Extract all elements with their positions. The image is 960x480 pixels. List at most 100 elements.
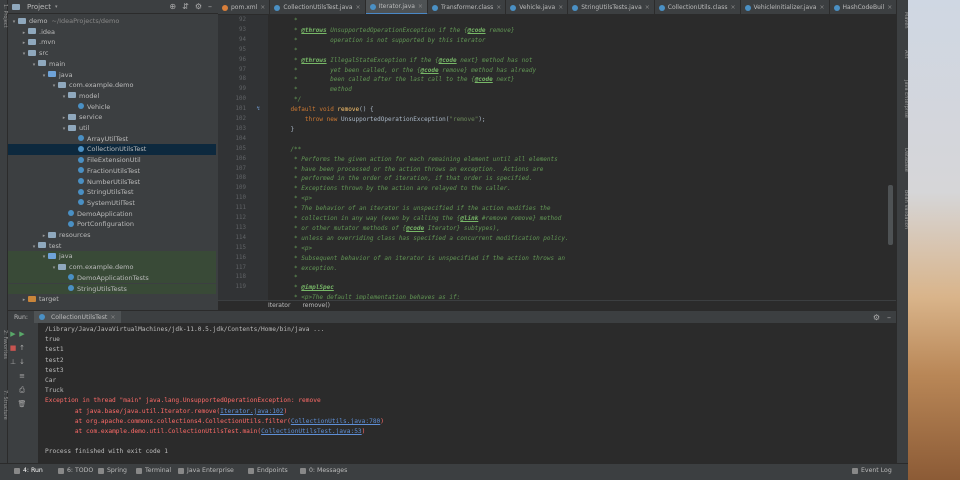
close-icon[interactable]: × [496,4,501,11]
chevron-right-icon[interactable]: ▸ [20,295,28,306]
override-icon[interactable]: ↯ [257,106,261,112]
editor-tab[interactable]: CollectionUtilsTest.java × [270,0,366,14]
folder-icon [38,242,46,249]
stop-icon[interactable]: ■ [8,343,18,353]
pin-icon[interactable]: ⊥ [8,357,18,367]
line-number: 116 [235,254,246,261]
tree-item[interactable]: CollectionUtilsTest [8,144,216,156]
tree-item[interactable]: ▸ service [8,112,216,123]
favorites-tool-label[interactable]: 2: Favorites [0,330,8,359]
tree-item[interactable]: ▾ test [8,241,216,252]
code-editor[interactable]: * * @throws UnsupportedOperationExceptio… [268,15,888,300]
bottom-tool-button[interactable]: 0: Messages [300,467,347,474]
close-icon[interactable]: × [356,4,361,11]
tree-item[interactable]: ▾ src [8,48,216,59]
tree-item-label: src [39,49,49,58]
chevron-down-icon[interactable]: ▾ [55,4,58,10]
tree-item[interactable]: ▾ com.example.demo [8,262,216,273]
stack-trace-link[interactable]: CollectionUtils.java:780 [291,418,380,425]
close-icon[interactable]: × [260,4,265,11]
close-icon[interactable]: × [418,3,423,10]
close-icon[interactable]: × [887,4,892,11]
print-icon[interactable]: ⎙ [17,385,27,395]
close-icon[interactable]: × [819,4,824,11]
gear-icon[interactable]: ⚙ [195,2,202,11]
tree-item[interactable]: ▸ .idea [8,27,216,38]
scroll-up-icon[interactable]: ↑ [17,343,27,353]
tree-item[interactable]: ▾ util [8,123,216,134]
bottom-tool-button[interactable]: Java Enterprise [178,467,234,474]
bottom-tool-button[interactable]: Terminal [136,467,171,474]
tree-item[interactable]: ▾ demo ~/IdeaProjects/demo [8,16,216,27]
locate-icon[interactable]: ⊕ [169,2,176,11]
editor-scrollbar[interactable] [888,185,893,245]
tree-item[interactable]: ArrayUtilTest [8,134,216,145]
line-number: 118 [235,274,246,281]
event-log-button[interactable]: Event Log [852,467,892,474]
tree-item[interactable]: FractionUtilsTest [8,166,216,177]
tree-item[interactable]: StringUtilsTests [8,283,216,295]
breadcrumb-method[interactable]: remove() [302,302,329,309]
bottom-tool-button[interactable]: Spring [98,467,127,474]
soft-wrap-icon[interactable]: ≡ [17,371,27,381]
tree-item-label: util [79,124,90,132]
tree-item[interactable]: DemoApplicationTests [8,272,216,284]
editor-tab[interactable]: Iterator.java × [365,0,428,14]
tree-item[interactable]: ▸ target [8,294,216,305]
gear-icon[interactable]: ⚙ [873,313,880,322]
breadcrumb-class[interactable]: Iterator [268,302,290,309]
tree-item[interactable]: ▾ main [8,59,216,70]
run-icon[interactable]: ▶ [8,329,18,339]
tree-item[interactable]: StringUtilsTest [8,187,216,198]
run-console[interactable]: /Library/Java/JavaVirtualMachines/jdk-11… [38,323,896,463]
minimize-icon[interactable]: – [208,2,212,11]
class-icon [833,4,840,11]
close-icon[interactable]: × [730,4,735,11]
project-tool-label[interactable]: 1: Project [0,4,8,28]
collapse-icon[interactable]: ⇵ [182,2,189,11]
class-icon [68,285,74,291]
project-panel-title[interactable]: Project [27,3,51,11]
tree-item[interactable]: FileExtensionUtil [8,155,216,166]
tree-item-label: java [59,252,73,261]
editor-tab[interactable]: Transformer.class × [428,0,507,14]
tree-item[interactable]: PortConfiguration [8,219,216,230]
bottom-tool-button[interactable]: 6: TODO [58,467,93,474]
editor-tab[interactable]: pom.xml × [218,0,271,14]
rerun-icon[interactable]: ▶ [17,329,27,339]
run-tab[interactable]: CollectionUtilsTest × [33,310,121,324]
tree-item[interactable]: DemoApplication [8,209,216,220]
close-icon[interactable]: × [558,4,563,11]
stack-trace-link[interactable]: Iterator.java:102 [220,408,283,415]
tree-item[interactable]: ▾ java [8,70,216,81]
tree-item[interactable]: Vehicle [8,102,216,113]
bottom-tool-button[interactable]: 4: Run [14,467,43,474]
stack-trace-link[interactable]: CollectionUtilsTest.java:53 [261,428,362,435]
console-text-tail: ) [361,428,366,435]
editor-tab[interactable]: Vehicle.java × [506,0,569,14]
trash-icon[interactable]: 🗑 [17,399,27,409]
tree-item-label: DemoApplication [77,209,133,218]
code-line: * @throws UnsupportedOperationException … [276,27,514,34]
bottom-tool-button[interactable]: Endpoints [248,467,288,474]
scroll-down-icon[interactable]: ↓ [17,357,27,367]
tree-item[interactable]: ▾ com.example.demo [8,80,216,91]
minimize-icon[interactable]: – [887,313,891,322]
tree-item[interactable]: ▸ resources [8,230,216,241]
editor-tab[interactable]: HashCodeBuil × [830,0,897,14]
structure-tool-label[interactable]: 7: Structure [0,390,8,420]
close-icon[interactable]: × [110,314,115,321]
tree-item[interactable]: NumberUtilsTest [8,177,216,188]
tree-item[interactable]: ▾ model [8,91,216,102]
tree-item[interactable]: ▾ java [8,251,216,263]
editor-tab-label: pom.xml [231,4,258,11]
tree-item[interactable]: SystemUtilTest [8,198,216,209]
line-number: 106 [235,155,246,162]
editor-tab[interactable]: CollectionUtils.class × [655,0,741,14]
editor-tab[interactable]: VehicleInitializer.java × [741,0,830,14]
close-icon[interactable]: × [645,4,650,11]
tree-item-label: com.example.demo [69,263,134,272]
bottom-tool-label: Spring [107,467,127,474]
editor-tab[interactable]: StringUtilsTests.java × [568,0,655,14]
tree-item[interactable]: ▸ .mvn [8,37,216,48]
